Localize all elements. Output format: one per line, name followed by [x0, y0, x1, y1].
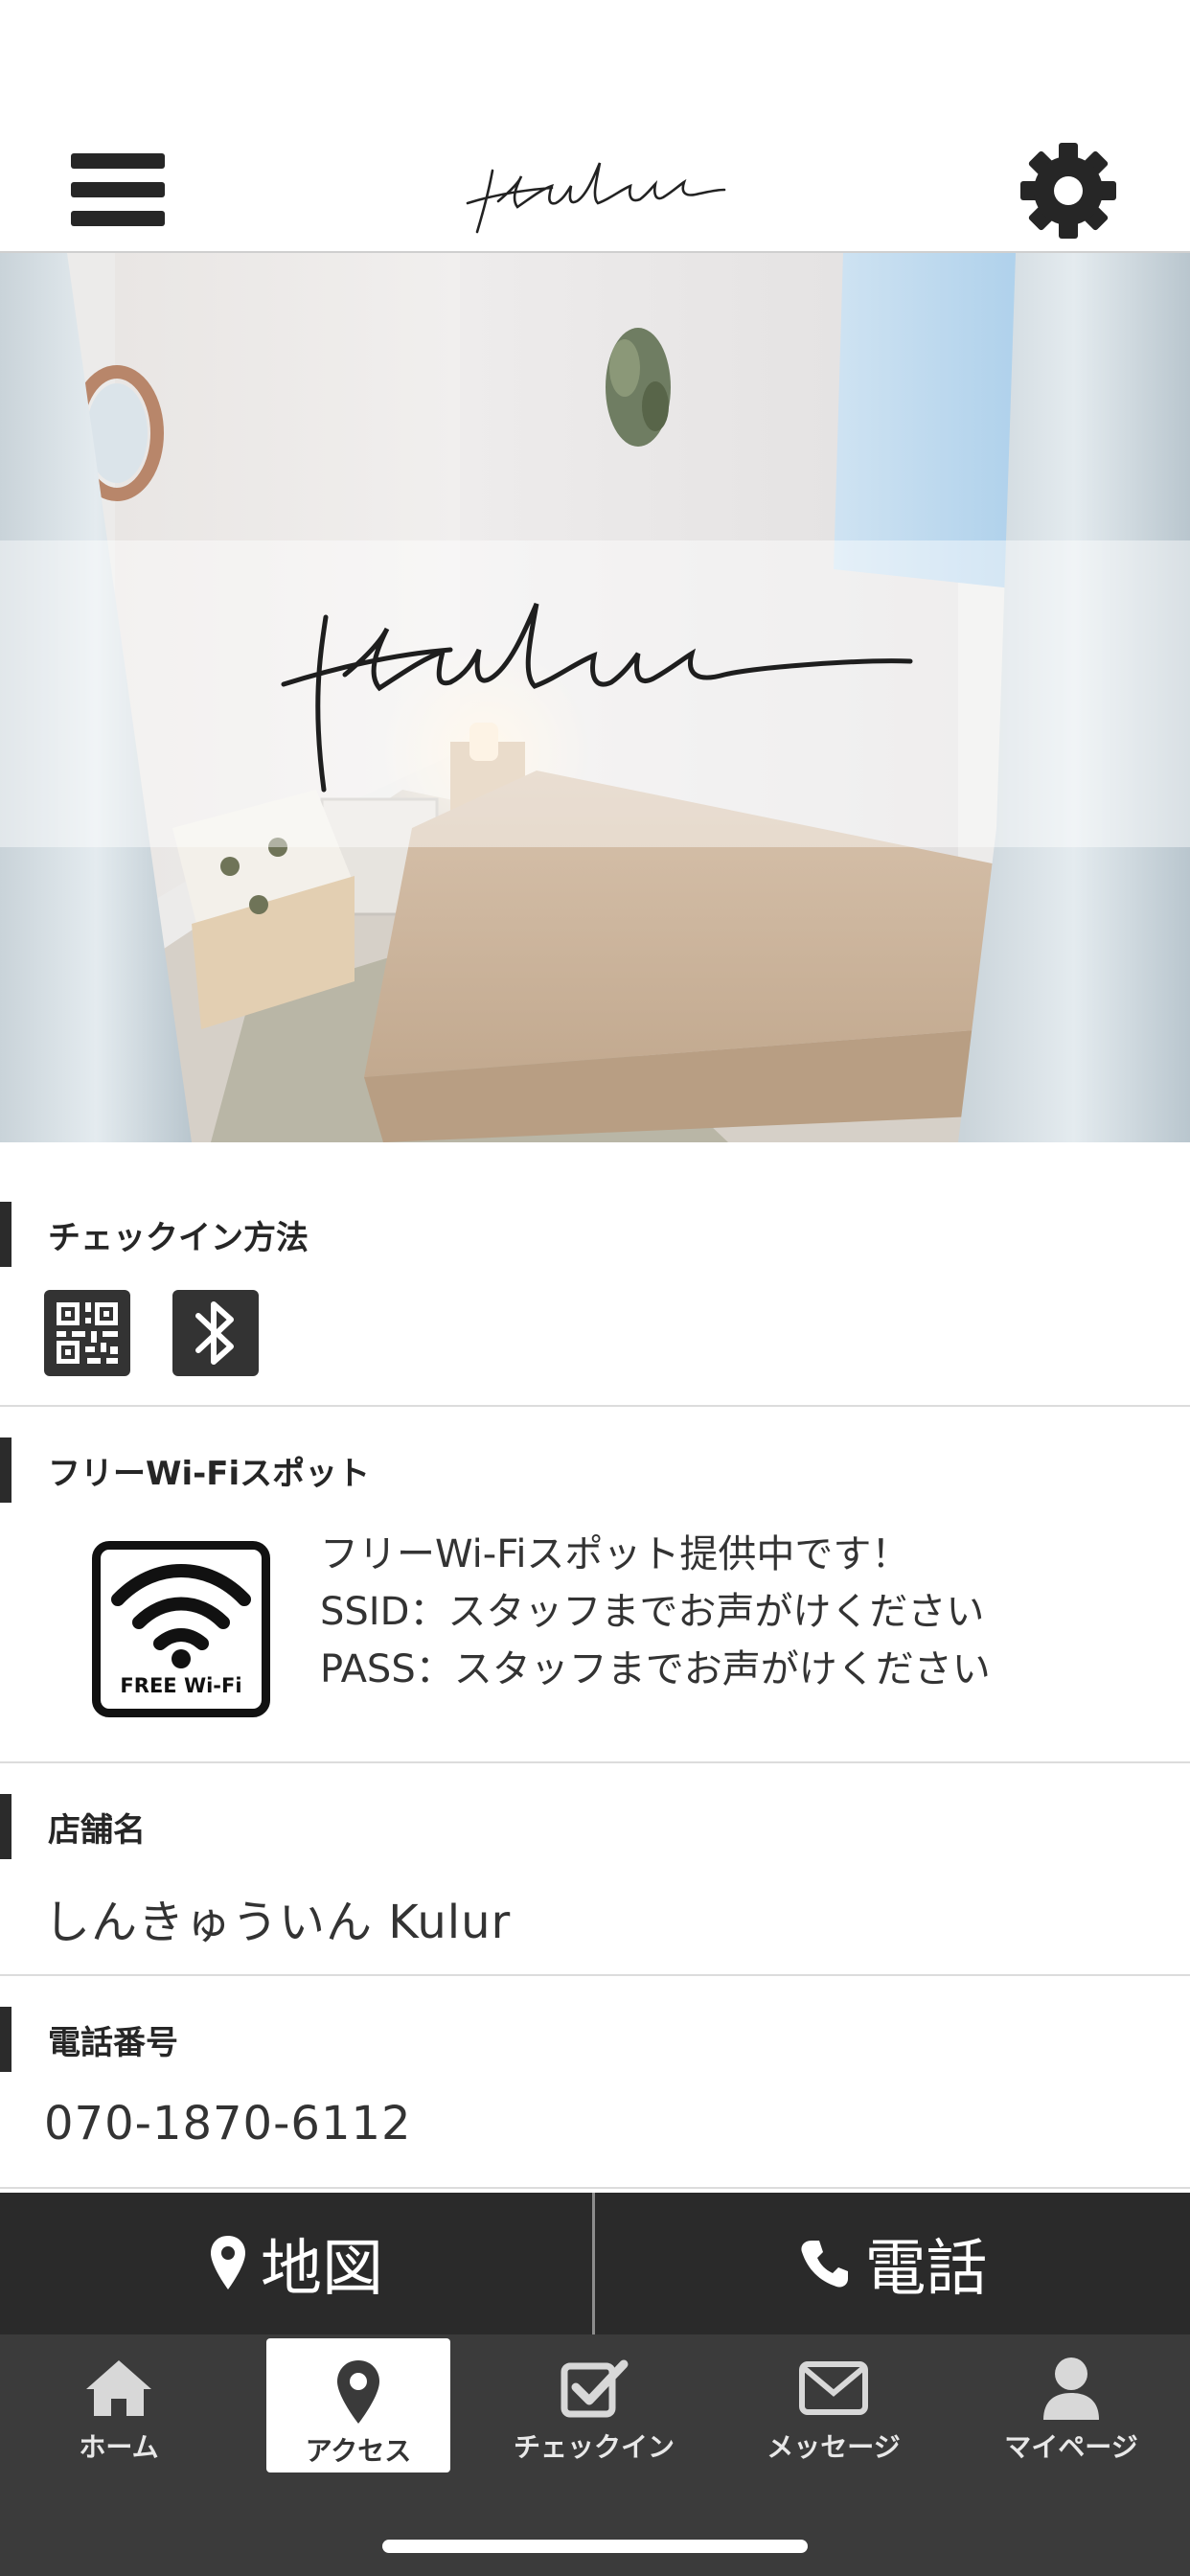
wifi-ssid-line: SSID：スタッフまでお声がけください [320, 1590, 985, 1634]
tab-label: ホーム [79, 2431, 159, 2463]
checkbox-icon [556, 2354, 632, 2423]
tab-checkin[interactable]: チェックイン [502, 2334, 686, 2469]
tab-mypage[interactable]: マイページ [979, 2334, 1163, 2469]
hamburger-icon-bar [71, 182, 165, 197]
bluetooth-icon[interactable] [172, 1290, 259, 1376]
tab-label: メッセージ [767, 2431, 901, 2463]
free-wifi-badge: FREE Wi-Fi [92, 1541, 270, 1717]
menu-button[interactable] [67, 148, 172, 234]
app-header [0, 125, 1190, 253]
store-name-value: しんきゅういん Kulur [44, 1896, 512, 1949]
wifi-pass-line: PASS：スタッフまでお声がけください [320, 1647, 991, 1691]
salon-room-photo [0, 253, 1190, 1142]
bottom-tab-bar: ホーム アクセス チェックイン メッセージ マイページ [0, 2334, 1190, 2576]
call-button-label: 電話 [864, 2234, 988, 2305]
wifi-info-line: フリーWi-Fiスポット提供中です！ [320, 1532, 910, 1576]
section-title: 店舗名 [0, 1794, 146, 1859]
map-pin-icon [320, 2358, 397, 2426]
tab-label: チェックイン [513, 2431, 675, 2463]
map-button-label: 地図 [261, 2234, 383, 2305]
tab-access[interactable]: アクセス [266, 2338, 450, 2472]
section-title: フリーWi-Fiスポット [0, 1438, 370, 1503]
qr-code-icon[interactable] [44, 1290, 130, 1376]
envelope-icon [795, 2354, 872, 2423]
section-title: 電話番号 [0, 2007, 178, 2072]
wifi-badge-label: FREE Wi-Fi [120, 1674, 242, 1697]
store-name-section: 店舗名 しんきゅういん Kulur [0, 1763, 1190, 1976]
hero-image [0, 253, 1190, 1142]
action-bar: 地図 電話 [0, 2193, 1190, 2334]
settings-gear-icon[interactable] [1016, 138, 1121, 243]
map-button[interactable]: 地図 [0, 2193, 592, 2334]
home-icon [80, 2354, 157, 2423]
section-title: チェックイン方法 [0, 1202, 309, 1267]
wifi-info-text: フリーWi-Fiスポット提供中です！ SSID：スタッフまでお声がけください P… [320, 1526, 1163, 1698]
status-bar [0, 0, 1190, 125]
tab-label: マイページ [1004, 2431, 1138, 2463]
home-indicator [382, 2540, 808, 2553]
phone-icon [800, 2241, 848, 2288]
phone-number-section: 電話番号 070-1870-6112 [0, 1976, 1190, 2189]
hamburger-icon-bar [71, 153, 165, 169]
hamburger-icon-bar [71, 211, 165, 226]
tab-label: アクセス [305, 2435, 412, 2467]
map-pin-icon [211, 2236, 245, 2289]
user-icon [1033, 2354, 1110, 2423]
app-screen: チェックイン方法 フリーWi-Fiスポット FREE Wi-Fi フリーWi-F… [0, 0, 1190, 2576]
call-button[interactable]: 電話 [595, 2193, 1190, 2334]
tab-message[interactable]: メッセージ [742, 2334, 926, 2469]
kulur-logo [466, 162, 726, 234]
phone-number-value[interactable]: 070-1870-6112 [44, 2097, 412, 2150]
tab-home[interactable]: ホーム [27, 2334, 211, 2469]
